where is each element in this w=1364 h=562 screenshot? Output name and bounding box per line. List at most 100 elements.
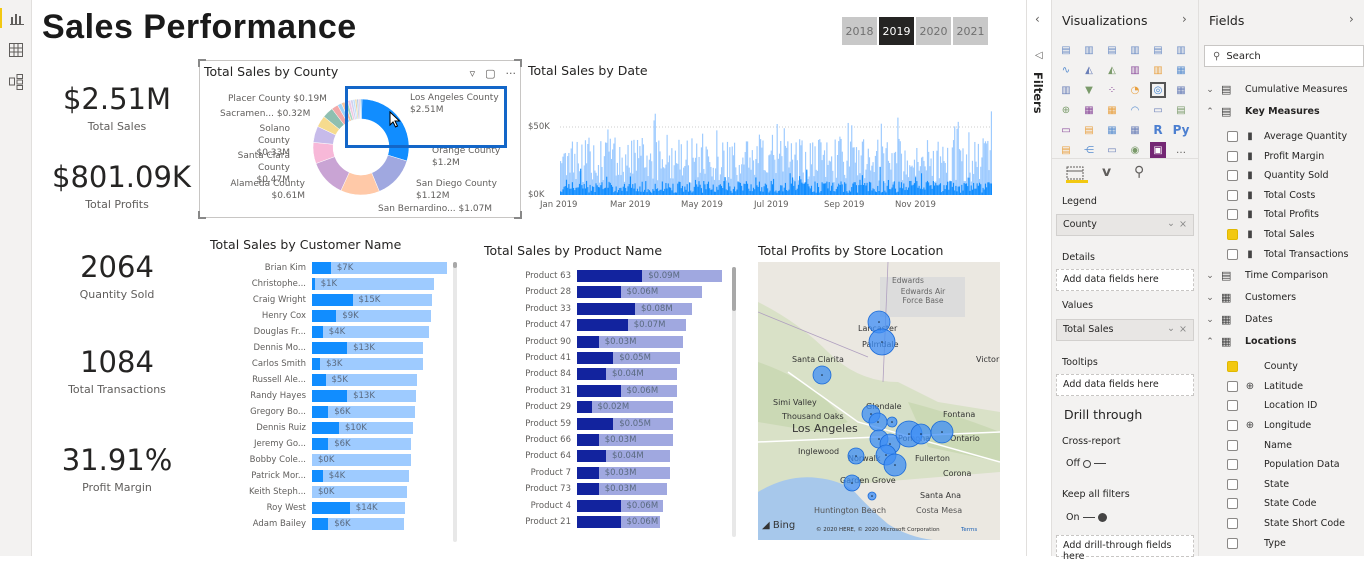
- timeline-bar-highlight[interactable]: [692, 191, 694, 195]
- timeline-bar[interactable]: [829, 161, 832, 195]
- field-group-cumulative-measures[interactable]: ⌄ ▤ Cumulative Measures: [1199, 80, 1364, 99]
- timeline-bar-highlight[interactable]: [964, 183, 966, 195]
- field-checkbox[interactable]: [1227, 518, 1238, 529]
- field-checkbox[interactable]: [1227, 189, 1238, 201]
- timeline-bar[interactable]: [616, 162, 618, 195]
- timeline-bar-highlight[interactable]: [679, 181, 681, 195]
- timeline-bar-highlight[interactable]: [707, 181, 710, 195]
- timeline-bar-highlight[interactable]: [884, 190, 886, 195]
- timeline-bar-highlight[interactable]: [936, 185, 938, 195]
- timeline-bar-highlight[interactable]: [616, 192, 618, 195]
- timeline-bar-highlight[interactable]: [677, 183, 679, 195]
- chevron-down-icon[interactable]: ⌄: [1199, 85, 1221, 95]
- timeline-bar-highlight[interactable]: [804, 182, 807, 195]
- timeline-bar-highlight[interactable]: [723, 181, 725, 195]
- timeline-bar-highlight[interactable]: [773, 178, 775, 195]
- timeline-bar[interactable]: [636, 139, 639, 195]
- timeline-bar-highlight[interactable]: [699, 184, 701, 195]
- timeline-bar-highlight[interactable]: [862, 185, 865, 195]
- bar-highlight[interactable]: [577, 270, 643, 282]
- timeline-bar-highlight[interactable]: [674, 192, 676, 195]
- waterfall-icon[interactable]: ▥: [1058, 82, 1074, 98]
- timeline-bar-highlight[interactable]: [791, 177, 794, 195]
- timeline-bar-highlight[interactable]: [905, 186, 907, 195]
- timeline-bar-highlight[interactable]: [737, 181, 739, 195]
- timeline-bar-highlight[interactable]: [580, 168, 582, 195]
- timeline-bar-highlight[interactable]: [725, 189, 727, 195]
- timeline-bar-highlight[interactable]: [649, 191, 652, 195]
- timeline-bar-highlight[interactable]: [807, 183, 809, 195]
- timeline-bar-highlight[interactable]: [647, 189, 649, 195]
- timeline-bar-highlight[interactable]: [861, 175, 863, 195]
- timeline-bar[interactable]: [633, 139, 635, 195]
- timeline-bar[interactable]: [653, 120, 655, 195]
- timeline-bar[interactable]: [655, 142, 658, 195]
- timeline-bar-highlight[interactable]: [835, 189, 837, 195]
- timeline-bar-highlight[interactable]: [748, 188, 750, 195]
- timeline-bar-highlight[interactable]: [684, 186, 686, 195]
- timeline-bar-highlight[interactable]: [654, 183, 656, 195]
- bar-highlight[interactable]: [577, 302, 635, 315]
- timeline-bar-highlight[interactable]: [793, 185, 795, 195]
- timeline-bar-highlight[interactable]: [747, 183, 749, 195]
- timeline-bar[interactable]: [849, 141, 852, 195]
- timeline-bar-highlight[interactable]: [600, 185, 602, 195]
- timeline-bar[interactable]: [683, 167, 685, 195]
- bar-total[interactable]: [312, 374, 418, 386]
- remove-field-icon[interactable]: ×: [1179, 324, 1187, 335]
- timeline-bar[interactable]: [576, 141, 578, 195]
- timeline-bar-highlight[interactable]: [935, 183, 937, 195]
- cross-report-toggle[interactable]: Off: [1066, 458, 1107, 469]
- timeline-bar-highlight[interactable]: [870, 182, 872, 195]
- bar-highlight[interactable]: [577, 286, 621, 299]
- timeline-bar-highlight[interactable]: [613, 192, 615, 195]
- timeline-bar-highlight[interactable]: [776, 192, 778, 195]
- timeline-bar-highlight[interactable]: [697, 186, 699, 195]
- timeline-bar-highlight[interactable]: [931, 188, 933, 195]
- timeline-bar-highlight[interactable]: [571, 182, 574, 195]
- timeline-bar-highlight[interactable]: [569, 188, 571, 195]
- timeline-bar-highlight[interactable]: [941, 192, 943, 195]
- bar-highlight[interactable]: [577, 319, 628, 332]
- timeline-bar-highlight[interactable]: [594, 191, 596, 195]
- timeline-bar-highlight[interactable]: [788, 189, 790, 195]
- timeline-bar[interactable]: [626, 165, 628, 195]
- timeline-bar-highlight[interactable]: [784, 182, 787, 195]
- timeline-bar-highlight[interactable]: [852, 183, 854, 195]
- timeline-bar-highlight[interactable]: [803, 183, 805, 195]
- field-checkbox[interactable]: [1227, 361, 1238, 373]
- timeline-bar-highlight[interactable]: [651, 192, 653, 195]
- timeline-bar-highlight[interactable]: [839, 184, 841, 195]
- timeline-bar-highlight[interactable]: [612, 186, 614, 195]
- timeline-bar[interactable]: [974, 141, 976, 195]
- timeline-bar-highlight[interactable]: [635, 191, 637, 195]
- timeline-bar-highlight[interactable]: [667, 183, 669, 195]
- timeline-bar[interactable]: [762, 140, 764, 195]
- timeline-bar-highlight[interactable]: [957, 186, 959, 195]
- timeline-bar[interactable]: [812, 142, 814, 195]
- multi-row-card-icon[interactable]: ▤: [1173, 102, 1189, 118]
- kpi-card-profit-margin[interactable]: 31.91% Profit Margin: [52, 443, 182, 494]
- timeline-bar[interactable]: [962, 148, 964, 195]
- timeline-bar-highlight[interactable]: [743, 183, 745, 195]
- timeline-bar[interactable]: [658, 140, 660, 195]
- timeline-bar-highlight[interactable]: [896, 192, 898, 195]
- bar-highlight[interactable]: [312, 406, 329, 418]
- card-icon[interactable]: ▭: [1150, 102, 1166, 118]
- timeline-bar-highlight[interactable]: [771, 184, 774, 195]
- timeline-bar[interactable]: [881, 146, 884, 195]
- timeline-bar-highlight[interactable]: [903, 183, 905, 195]
- timeline-bar[interactable]: [815, 169, 817, 195]
- timeline-bar-highlight[interactable]: [799, 176, 801, 195]
- timeline-bar-highlight[interactable]: [588, 192, 590, 195]
- field-item-latitude[interactable]: ⊕ Latitude: [1199, 377, 1364, 396]
- timeline-bar-highlight[interactable]: [889, 189, 891, 195]
- timeline-bar[interactable]: [702, 133, 704, 195]
- timeline-bar-highlight[interactable]: [816, 183, 819, 195]
- timeline-bar-highlight[interactable]: [982, 187, 984, 195]
- clustered-column-icon[interactable]: ▥: [1127, 42, 1143, 58]
- timeline-bar[interactable]: [560, 161, 562, 195]
- timeline-bar-highlight[interactable]: [890, 189, 892, 195]
- timeline-bar-highlight[interactable]: [716, 186, 718, 195]
- bar-highlight[interactable]: [577, 417, 614, 430]
